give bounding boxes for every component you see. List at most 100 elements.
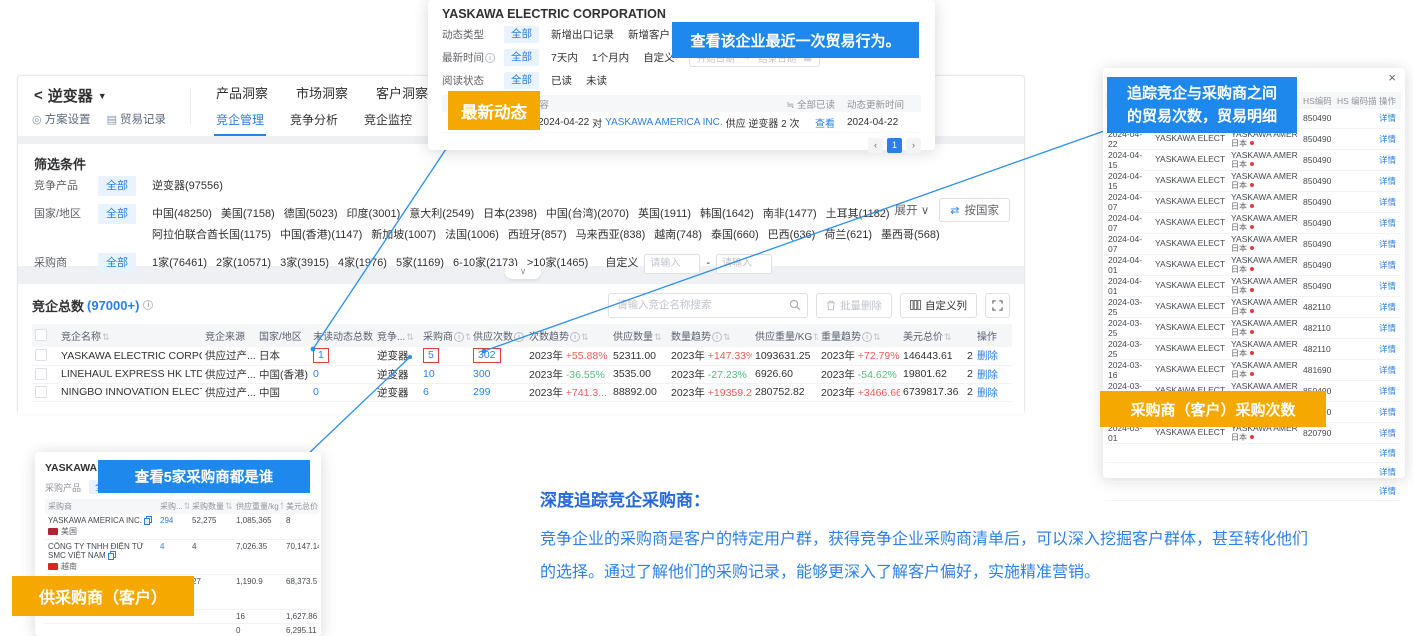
fullscreen-button[interactable]: [985, 293, 1010, 318]
filter-option[interactable]: 南非(1477): [763, 208, 817, 220]
filter-option[interactable]: 新加坡(1007): [371, 229, 436, 241]
row-checkbox[interactable]: [35, 368, 47, 380]
detail-link[interactable]: 详情: [1379, 486, 1396, 496]
select-all-checkbox[interactable]: [35, 329, 47, 341]
filter-option[interactable]: 墨西哥(568): [881, 229, 940, 241]
filter-option[interactable]: 德国(5023): [284, 208, 338, 220]
close-icon[interactable]: ×: [1388, 70, 1396, 85]
filter-all-chip[interactable]: 全部: [98, 204, 136, 224]
col-header-5[interactable]: 竞争...⇅: [374, 324, 420, 347]
filter-option[interactable]: 西班牙(857): [508, 229, 567, 241]
times-value[interactable]: 294: [160, 516, 173, 525]
detail-link[interactable]: 详情: [1379, 281, 1396, 291]
filter-all-chip[interactable]: 全部: [98, 176, 136, 196]
prev-page-button[interactable]: ‹: [868, 138, 883, 153]
filter-option[interactable]: 中国(香港)(1147): [280, 229, 362, 241]
filter-option[interactable]: 阿拉伯联合酋长国(1175): [152, 229, 271, 241]
buyer-count-value[interactable]: 6: [423, 386, 429, 398]
buyers-col-4[interactable]: 美元总价⇅: [283, 499, 319, 514]
filter-option[interactable]: 泰国(660): [711, 229, 759, 241]
filter-option[interactable]: 4家(1976): [338, 257, 387, 269]
detail-link[interactable]: 详情: [1379, 239, 1396, 249]
filter-option[interactable]: 意大利(2549): [409, 208, 474, 220]
news-filter-option[interactable]: 新增出口记录: [551, 27, 614, 42]
filter-option[interactable]: 逆变器(97556): [152, 180, 223, 192]
filter-option[interactable]: 1家(76461): [152, 257, 207, 269]
buyers-col-1[interactable]: 采购...⇅: [157, 499, 189, 514]
news-filter-option[interactable]: 1个月内: [592, 50, 629, 65]
search-input[interactable]: [608, 293, 808, 318]
filter-option[interactable]: 巴西(636): [768, 229, 816, 241]
delete-link[interactable]: 删除: [977, 369, 998, 381]
sort-icon[interactable]: ⇅: [280, 501, 283, 511]
sort-icon[interactable]: ⇅: [944, 332, 952, 342]
filter-option[interactable]: 韩国(1642): [700, 208, 754, 220]
col-header-11[interactable]: 供应重量/KG⇅: [752, 324, 818, 347]
filter-option[interactable]: 中国(台湾)(2070): [546, 208, 629, 220]
col-header-12[interactable]: 重量趋势i⇅: [818, 324, 900, 347]
col-header-8[interactable]: 次数趋势i⇅: [526, 324, 610, 347]
buyer-count-value[interactable]: 5: [428, 349, 434, 361]
trade-records-button[interactable]: ▤贸易记录: [107, 111, 166, 127]
range-min-input[interactable]: [644, 254, 700, 274]
news-filter-option[interactable]: 未读: [586, 73, 607, 88]
main-tab-2[interactable]: 客户洞察: [374, 79, 430, 110]
view-link[interactable]: 查看: [815, 115, 843, 130]
sub-tab-1[interactable]: 竞争分析: [288, 109, 340, 136]
collapse-filter-handle[interactable]: ∨: [505, 266, 541, 279]
detail-link[interactable]: 详情: [1379, 467, 1396, 477]
copy-icon[interactable]: [144, 516, 150, 523]
detail-link[interactable]: 详情: [1379, 365, 1396, 375]
buyers-col-3[interactable]: 供应重量/kg⇅: [233, 499, 283, 514]
news-filter-option[interactable]: 新增客户: [628, 27, 670, 42]
scheme-settings-button[interactable]: ◎方案设置: [32, 111, 91, 127]
filter-option[interactable]: 2家(10571): [216, 257, 271, 269]
filter-option[interactable]: 3家(3915): [280, 257, 329, 269]
filter-option[interactable]: 法国(1006): [445, 229, 499, 241]
unread-count-value[interactable]: 1: [318, 349, 324, 361]
sort-icon[interactable]: ⇅: [654, 332, 662, 342]
news-filter-option[interactable]: 全部: [504, 26, 539, 43]
unread-count-value[interactable]: 0: [313, 368, 319, 380]
supply-count-value[interactable]: 300: [473, 368, 491, 380]
sort-icon[interactable]: ⇅: [873, 332, 881, 342]
row-checkbox[interactable]: [35, 386, 47, 398]
news-filter-option[interactable]: 7天内: [551, 50, 578, 65]
detail-link[interactable]: 详情: [1379, 448, 1396, 458]
detail-link[interactable]: 详情: [1379, 197, 1396, 207]
sort-icon[interactable]: ⇅: [102, 332, 110, 342]
sort-icon[interactable]: ⇅: [581, 332, 589, 342]
detail-link[interactable]: 详情: [1379, 386, 1396, 396]
detail-link[interactable]: 详情: [1379, 260, 1396, 270]
news-company-link[interactable]: YASKAWA AMERICA INC.: [605, 117, 722, 128]
delete-link[interactable]: 删除: [977, 350, 998, 362]
detail-link[interactable]: 详情: [1379, 344, 1396, 354]
sub-tab-2[interactable]: 竞企监控: [362, 109, 414, 136]
news-filter-option[interactable]: 全部: [504, 72, 539, 89]
detail-link[interactable]: 详情: [1379, 302, 1396, 312]
sort-icon[interactable]: ⇅: [813, 332, 818, 342]
sort-icon[interactable]: ⇅: [406, 332, 414, 342]
filter-option[interactable]: 马来西亚(838): [576, 229, 646, 241]
main-tab-1[interactable]: 市场洞察: [294, 79, 350, 110]
row-checkbox[interactable]: [35, 349, 47, 361]
delete-link[interactable]: 删除: [977, 387, 998, 399]
unread-count-value[interactable]: 0: [313, 386, 319, 398]
filter-option[interactable]: 越南(748): [654, 229, 702, 241]
detail-link[interactable]: 详情: [1379, 134, 1396, 144]
sort-icon[interactable]: ⇅: [465, 332, 470, 342]
detail-link[interactable]: 详情: [1379, 407, 1396, 417]
range-max-input[interactable]: [716, 254, 772, 274]
chevron-down-icon[interactable]: ▼: [98, 91, 107, 101]
filter-option[interactable]: 印度(3001): [347, 208, 401, 220]
copy-icon[interactable]: [108, 551, 114, 558]
batch-delete-button[interactable]: 批量删除: [816, 293, 892, 318]
by-country-button[interactable]: ⇄ 按国家: [939, 198, 1010, 222]
custom-columns-button[interactable]: 自定义列: [900, 293, 977, 318]
detail-link[interactable]: 详情: [1379, 113, 1396, 123]
buyer-count-value[interactable]: 10: [423, 368, 435, 380]
col-header-10[interactable]: 数量趋势i⇅: [668, 324, 752, 347]
detail-link[interactable]: 详情: [1379, 428, 1396, 438]
sort-icon[interactable]: ⇅: [184, 501, 189, 511]
filter-option[interactable]: 英国(1911): [638, 208, 691, 220]
